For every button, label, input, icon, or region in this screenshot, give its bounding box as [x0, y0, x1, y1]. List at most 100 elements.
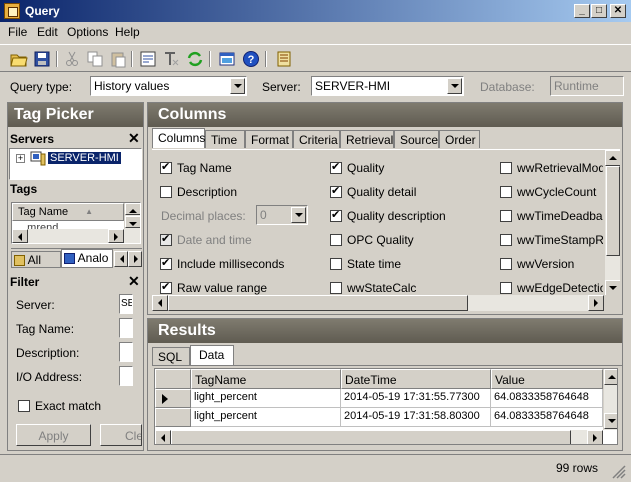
server-node[interactable]: SERVER-HMI — [48, 152, 121, 164]
wwcyclecount-checkbox[interactable] — [500, 186, 512, 198]
save-icon[interactable] — [33, 50, 51, 68]
results-vertical-scrollbar[interactable] — [603, 369, 617, 430]
column-header-tagname[interactable]: TagName — [191, 369, 341, 389]
columns-title: Columns — [148, 103, 622, 127]
wwtimestamprule-checkbox[interactable] — [500, 234, 512, 246]
tab-analog[interactable]: Analo — [61, 249, 113, 268]
server-select[interactable]: SERVER-HMI — [311, 76, 464, 96]
tab-order[interactable]: Order — [439, 130, 480, 148]
tags-vertical-scrollbar[interactable] — [124, 203, 140, 231]
tab-format[interactable]: Format — [245, 130, 293, 148]
include-milliseconds-checkbox[interactable] — [160, 256, 172, 270]
tab-scroll-right-button[interactable] — [128, 251, 142, 267]
scroll-down-button[interactable] — [604, 413, 617, 429]
table-cell[interactable]: light_percent — [191, 389, 341, 408]
table-cell[interactable]: 64.0833358764648 — [491, 389, 603, 408]
open-folder-icon[interactable] — [10, 50, 28, 68]
table-cell[interactable]: 2014-05-19 17:31:55.77300 — [341, 389, 491, 408]
menu-options[interactable]: Options — [67, 25, 108, 39]
scroll-down-button[interactable] — [125, 216, 140, 228]
chevron-down-icon[interactable] — [230, 78, 245, 94]
scroll-up-button[interactable] — [604, 369, 617, 385]
exact-match-checkbox[interactable] — [18, 400, 30, 412]
paste-icon[interactable] — [109, 50, 127, 68]
close-icon[interactable]: ✕ — [128, 130, 140, 147]
wwedgedetection-checkbox[interactable] — [500, 282, 512, 294]
columns-vertical-scrollbar[interactable] — [604, 150, 620, 295]
column-header-datetime[interactable]: DateTime — [341, 369, 491, 389]
results-horizontal-scrollbar[interactable] — [155, 430, 603, 444]
filter-server-input[interactable]: SE — [119, 294, 133, 314]
tag-name-checkbox[interactable] — [160, 160, 172, 174]
menu-edit[interactable]: Edit — [37, 25, 58, 39]
tab-sql[interactable]: SQL — [152, 347, 190, 365]
clear-text-icon[interactable] — [162, 50, 180, 68]
tab-retrieval[interactable]: Retrieval — [340, 130, 394, 148]
servers-header: Servers — [10, 132, 55, 146]
menu-file[interactable]: File — [8, 25, 27, 39]
tags-horizontal-scrollbar[interactable] — [12, 229, 140, 243]
clear-button[interactable]: Cle — [100, 424, 142, 446]
wwtimedeadband-checkbox[interactable] — [500, 210, 512, 222]
scroll-down-button[interactable] — [605, 280, 620, 295]
apply-button[interactable]: Apply — [16, 424, 91, 446]
scroll-right-button[interactable] — [588, 295, 604, 311]
help-icon[interactable]: ? — [242, 50, 260, 68]
maximize-button[interactable]: □ — [591, 4, 607, 18]
tab-data[interactable]: Data — [190, 345, 234, 365]
menu-help[interactable]: Help — [115, 25, 140, 39]
view-icon[interactable] — [218, 50, 236, 68]
wwversion-checkbox[interactable] — [500, 258, 512, 270]
scroll-up-button[interactable] — [605, 150, 620, 166]
table-cell[interactable]: light_percent — [191, 408, 341, 427]
state-time-checkbox[interactable] — [330, 258, 342, 270]
row-header[interactable] — [155, 389, 191, 408]
scroll-right-button[interactable] — [108, 229, 124, 243]
scroll-thumb[interactable] — [606, 166, 620, 256]
raw-value-range-checkbox[interactable] — [160, 280, 172, 294]
description-checkbox[interactable] — [160, 186, 172, 198]
scroll-thumb[interactable] — [171, 430, 571, 444]
scroll-left-button[interactable] — [12, 229, 28, 243]
query-type-select[interactable]: History values — [90, 76, 247, 96]
column-header-value[interactable]: Value — [491, 369, 603, 389]
tag-picker-title: Tag Picker — [8, 103, 143, 127]
close-button[interactable]: ✕ — [610, 4, 626, 18]
tab-source[interactable]: Source — [394, 130, 439, 148]
tag-name-column-header[interactable]: Tag Name ▲ — [12, 203, 124, 221]
columns-horizontal-scrollbar[interactable] — [152, 295, 604, 311]
wwstatecalc-checkbox[interactable] — [330, 282, 342, 294]
row-header[interactable] — [155, 408, 191, 427]
scroll-right-button[interactable] — [587, 430, 603, 444]
wwretrievalmode-checkbox[interactable] — [500, 162, 512, 174]
expand-icon[interactable]: + — [16, 154, 25, 163]
copy-icon[interactable] — [86, 50, 104, 68]
quality-detail-checkbox[interactable] — [330, 184, 342, 198]
scroll-left-button[interactable] — [155, 430, 171, 444]
status-bar: 99 rows — [0, 454, 631, 482]
scroll-thumb[interactable] — [168, 295, 468, 311]
table-cell[interactable]: 64.0833358764648 — [491, 408, 603, 427]
filter-description-input[interactable] — [119, 342, 133, 362]
scroll-left-button[interactable] — [152, 295, 168, 311]
table-cell[interactable]: 2014-05-19 17:31:58.80300 — [341, 408, 491, 427]
close-icon[interactable]: ✕ — [128, 273, 140, 290]
tab-columns[interactable]: Columns — [152, 128, 205, 148]
resize-grip-icon[interactable] — [612, 465, 626, 479]
tab-time[interactable]: Time — [205, 130, 245, 148]
properties-icon[interactable] — [139, 50, 157, 68]
chevron-down-icon[interactable] — [447, 78, 462, 94]
opc-quality-checkbox[interactable] — [330, 234, 342, 246]
tab-all[interactable]: All — [11, 251, 61, 268]
filter-tag-name-input[interactable] — [119, 318, 133, 338]
tab-criteria[interactable]: Criteria — [293, 130, 340, 148]
build-icon[interactable] — [275, 50, 293, 68]
refresh-icon[interactable] — [186, 50, 204, 68]
cut-icon[interactable] — [63, 50, 81, 68]
scroll-up-button[interactable] — [125, 203, 140, 215]
filter-io-address-input[interactable] — [119, 366, 133, 386]
quality-description-checkbox[interactable] — [330, 208, 342, 222]
minimize-button[interactable]: _ — [574, 4, 590, 18]
quality-checkbox[interactable] — [330, 160, 342, 174]
tab-scroll-left-button[interactable] — [114, 251, 128, 267]
